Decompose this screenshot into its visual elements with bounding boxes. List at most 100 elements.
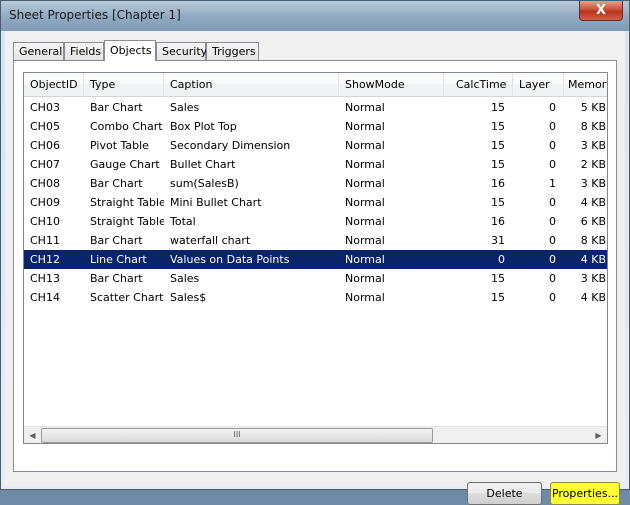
table-row[interactable]: CH11 Bar Chart waterfall chart Normal 31 0 8 K… [24,231,607,250]
cell-caption: Bullet Chart [170,158,236,171]
table-row[interactable]: CH05 Combo Chart Box Plot Top Normal 15 0 8 KB [24,117,607,136]
cell-memory: 2 KB [580,158,606,171]
cell-showmode: Normal [345,234,385,247]
cell-objectid: CH06 [30,139,60,152]
cell-layer: 0 [549,196,556,209]
cell-layer: 0 [549,291,556,304]
horizontal-scrollbar[interactable]: ◀ III ▶ [24,426,607,443]
column-header-layer[interactable]: Layer [513,73,564,97]
table-row[interactable]: CH09 Straight Table Mini Bullet Chart Norma… [24,193,607,212]
cell-calctime: 15 [491,120,505,133]
cell-layer: 0 [549,120,556,133]
cell-caption: sum(SalesB) [170,177,239,190]
cell-layer: 0 [549,253,556,266]
cell-type: Gauge Chart [90,158,160,171]
cell-caption: Total [170,215,196,228]
tab-security[interactable]: Security [156,42,207,60]
scroll-right-icon[interactable]: ▶ [590,427,607,443]
column-header-calctime[interactable]: CalcTime [444,73,513,97]
cell-showmode: Normal [345,272,385,285]
cell-showmode: Normal [345,215,385,228]
cell-layer: 0 [549,101,556,114]
thumb-grip-icon: III [233,430,241,439]
table-row[interactable]: CH14 Scatter Chart Sales$ Normal 15 0 4 KB [24,288,607,307]
cell-type: Line Chart [90,253,147,266]
cell-calctime: 15 [491,158,505,171]
column-header-showmode[interactable]: ShowMode [339,73,444,97]
cell-objectid: CH11 [30,234,60,247]
column-header-memory[interactable]: Memory [564,73,607,97]
cell-caption: Sales$ [170,291,207,304]
cell-calctime: 31 [491,234,505,247]
cell-type: Straight Table [90,215,164,228]
cell-caption: Sales [170,272,200,285]
cell-calctime: 0 [498,253,505,266]
cell-showmode: Normal [345,158,385,171]
cell-type: Combo Chart [90,120,163,133]
cell-caption: Box Plot Top [170,120,237,133]
cell-layer: 0 [549,215,556,228]
cell-calctime: 15 [491,272,505,285]
cell-objectid: CH03 [30,101,60,114]
table-row[interactable]: CH13 Bar Chart Sales Normal 15 0 3 KB [24,269,607,288]
cell-type: Bar Chart [90,177,143,190]
cell-objectid: CH05 [30,120,60,133]
sheet-properties-window: Sheet Properties [Chapter 1] X General F… [0,0,630,505]
cell-memory: 4 KB [580,253,606,266]
cell-memory: 8 KB [580,120,606,133]
cell-calctime: 15 [491,196,505,209]
cell-type: Bar Chart [90,234,143,247]
scrollbar-thumb[interactable]: III [41,428,433,443]
cell-memory: 3 KB [580,177,606,190]
tab-objects[interactable]: Objects [104,40,156,61]
tab-triggers[interactable]: Triggers [206,42,259,60]
cell-type: Bar Chart [90,101,143,114]
cell-memory: 4 KB [580,291,606,304]
cell-caption: Mini Bullet Chart [170,196,262,209]
cell-showmode: Normal [345,253,385,266]
objects-list[interactable]: ObjectID Type Caption ShowMode CalcTime … [23,72,608,444]
cell-calctime: 16 [491,215,505,228]
properties-button[interactable]: Properties... [550,482,620,505]
cell-objectid: CH09 [30,196,60,209]
cell-caption: Values on Data Points [170,253,290,266]
table-row[interactable]: CH10 Straight Table Total Normal 16 0 6 KB [24,212,607,231]
table-row-selected[interactable]: CH12 Line Chart Values on Data Points Norma… [24,250,607,269]
cell-memory: 8 KB [580,234,606,247]
title-bar[interactable]: Sheet Properties [Chapter 1] X [1,1,629,31]
close-button[interactable]: X [579,1,623,21]
cell-caption: waterfall chart [170,234,251,247]
column-header-objectid[interactable]: ObjectID [24,73,84,97]
tab-fields[interactable]: Fields [64,42,104,60]
cell-showmode: Normal [345,101,385,114]
cell-objectid: CH10 [30,215,60,228]
cell-caption: Sales [170,101,200,114]
cell-memory: 5 KB [580,101,606,114]
column-header-type[interactable]: Type [84,73,164,97]
list-header: ObjectID Type Caption ShowMode CalcTime … [24,73,607,97]
cell-showmode: Normal [345,291,385,304]
cell-layer: 1 [549,177,556,190]
cell-type: Scatter Chart [90,291,164,304]
table-row[interactable]: CH06 Pivot Table Secondary Dimension Normal… [24,136,607,155]
delete-button[interactable]: Delete [467,482,542,505]
dialog-client-area: General Fields Objects Security Triggers… [5,31,625,505]
cell-memory: 3 KB [580,139,606,152]
cell-layer: 0 [549,139,556,152]
table-row[interactable]: CH03 Bar Chart Sales Normal 15 0 5 KB [24,98,607,117]
cell-showmode: Normal [345,196,385,209]
tab-general[interactable]: General [13,42,64,60]
table-row[interactable]: CH07 Gauge Chart Bullet Chart Normal 15 0 2 KB [24,155,607,174]
cell-calctime: 15 [491,101,505,114]
cell-layer: 0 [549,272,556,285]
scroll-left-icon[interactable]: ◀ [24,427,41,443]
column-header-caption[interactable]: Caption [164,73,339,97]
cell-calctime: 15 [491,139,505,152]
cell-layer: 0 [549,158,556,171]
cell-objectid: CH13 [30,272,60,285]
cell-memory: 3 KB [580,272,606,285]
cell-objectid: CH07 [30,158,60,171]
cell-showmode: Normal [345,139,385,152]
cell-showmode: Normal [345,120,385,133]
table-row[interactable]: CH08 Bar Chart sum(SalesB) Normal 16 1 3 KB [24,174,607,193]
